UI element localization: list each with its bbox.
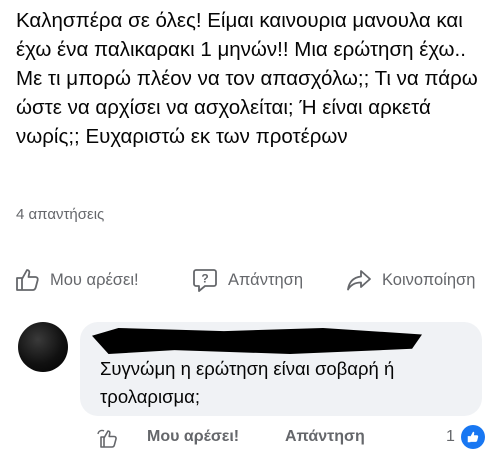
like-button[interactable]: Μου αρέσει! xyxy=(14,262,139,298)
share-label: Κοινοποίηση xyxy=(382,270,476,289)
comment-reply-button[interactable]: Απάντηση xyxy=(285,428,365,446)
reaction-icon[interactable] xyxy=(96,428,120,450)
comment-like-count: 1 xyxy=(446,428,455,445)
svg-text:?: ? xyxy=(201,272,208,286)
like-label: Μου αρέσει! xyxy=(50,270,139,289)
share-button[interactable]: Κοινοποίηση xyxy=(346,262,475,298)
post-text: Καλησπέρα σε όλες! Είμαι καινουρια μανου… xyxy=(16,9,478,148)
comment-actions-bar: Μου αρέσει! Απάντηση 1 xyxy=(0,424,500,454)
comment-bubble: Συγνώμη η ερώτηση είναι σοβαρή ή τρολαρι… xyxy=(80,322,482,416)
commenter-name-redacted[interactable] xyxy=(92,328,422,354)
replies-count-link[interactable]: 4 απαντήσεις xyxy=(16,206,104,223)
reply-label: Απάντηση xyxy=(228,270,303,289)
like-badge-icon[interactable] xyxy=(461,425,485,449)
reply-button[interactable]: ? Απάντηση xyxy=(192,262,303,298)
post-actions-bar: Μου αρέσει! ? Απάντηση Κοινοποίηση xyxy=(0,262,500,302)
comment-like-button[interactable]: Μου αρέσει! xyxy=(147,428,239,446)
comment-question-icon: ? xyxy=(192,267,218,293)
comment-text: Συγνώμη η ερώτηση είναι σοβαρή ή τρολαρι… xyxy=(100,358,395,407)
thumbs-up-icon xyxy=(14,267,40,293)
commenter-avatar[interactable] xyxy=(18,322,68,372)
share-arrow-icon xyxy=(346,267,372,293)
